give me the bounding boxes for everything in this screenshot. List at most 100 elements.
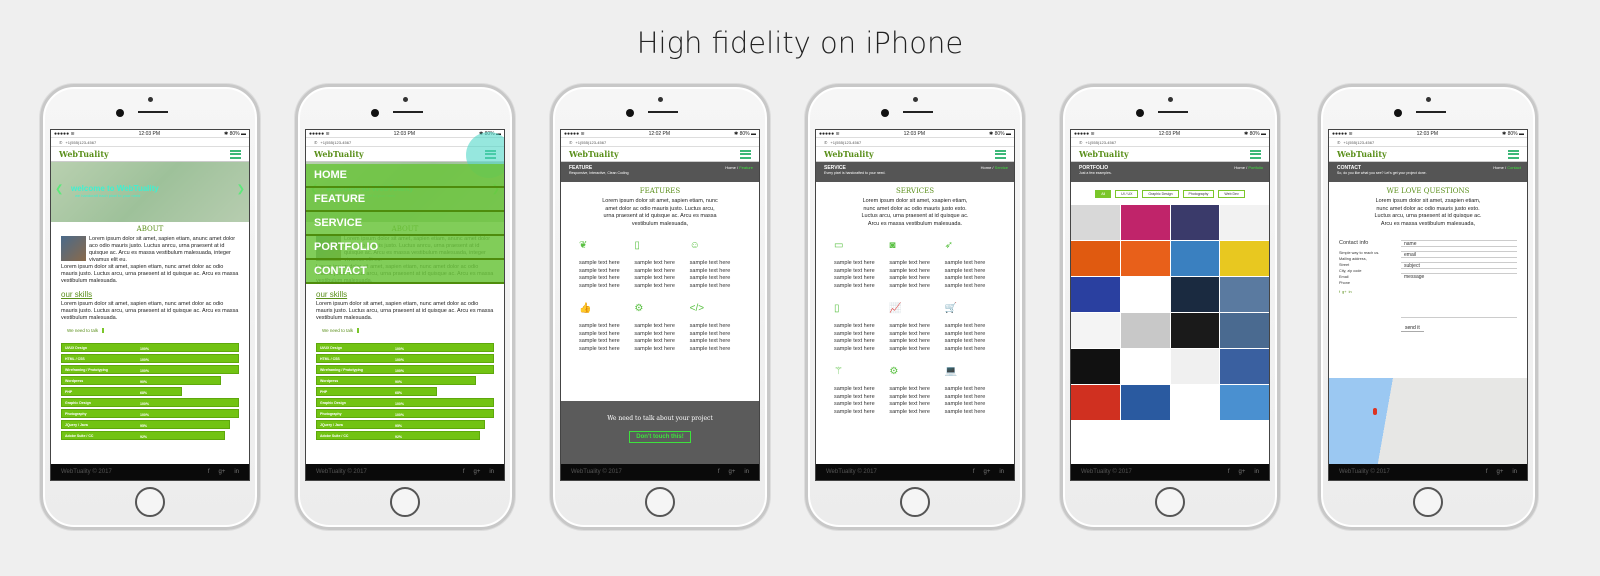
facebook-icon[interactable]: f <box>208 469 210 475</box>
portfolio-thumbnail[interactable] <box>1120 205 1170 240</box>
filter-button[interactable]: UI / UX <box>1115 190 1139 198</box>
menu-item-contact[interactable]: CONTACT <box>306 260 504 284</box>
portfolio-thumbnail[interactable] <box>1170 385 1220 420</box>
talk-button[interactable]: We need to talk <box>67 328 105 333</box>
logo[interactable]: WebTuality <box>59 149 109 159</box>
phone-icon: ✆ <box>59 139 63 145</box>
portfolio-thumbnail[interactable] <box>1071 241 1120 276</box>
breadcrumb-home[interactable]: Home / <box>981 165 995 170</box>
portfolio-thumbnail[interactable] <box>1170 349 1220 384</box>
google-plus-icon[interactable]: g+ <box>728 469 735 475</box>
portfolio-thumbnail[interactable] <box>1220 241 1269 276</box>
phone-number[interactable]: +1(555)123-4567 <box>1085 140 1116 145</box>
portfolio-thumbnail[interactable] <box>1170 241 1220 276</box>
portfolio-thumbnail[interactable] <box>1220 385 1269 420</box>
google-plus-icon[interactable]: g+ <box>218 469 225 475</box>
hamburger-menu-icon[interactable] <box>995 149 1006 159</box>
cta-button[interactable]: Don't touch this! <box>629 431 691 443</box>
logo[interactable]: WebTuality <box>314 149 364 159</box>
logo[interactable]: WebTuality <box>824 149 874 159</box>
portfolio-thumbnail[interactable] <box>1170 277 1220 312</box>
home-button[interactable] <box>135 487 165 517</box>
menu-item-feature[interactable]: FEATURE <box>306 188 504 212</box>
portfolio-thumbnail[interactable] <box>1220 205 1269 240</box>
logo[interactable]: WebTuality <box>1079 149 1129 159</box>
name-field[interactable]: name <box>1401 240 1517 247</box>
slider-prev-icon[interactable]: ❮ <box>55 184 63 195</box>
portfolio-thumbnail[interactable] <box>1120 241 1170 276</box>
google-plus-icon[interactable]: g+ <box>473 469 480 475</box>
logo[interactable]: WebTuality <box>569 149 619 159</box>
hamburger-menu-icon[interactable] <box>230 149 241 159</box>
message-field[interactable]: message <box>1401 273 1517 318</box>
logo[interactable]: WebTuality <box>1337 149 1387 159</box>
breadcrumb-home[interactable]: Home / <box>1234 165 1248 170</box>
portfolio-thumbnail[interactable] <box>1120 385 1170 420</box>
google-plus-icon[interactable]: g+ <box>1496 469 1503 475</box>
filter-button[interactable]: Photography <box>1182 190 1215 198</box>
breadcrumb-home[interactable]: Home / <box>1493 165 1507 170</box>
portfolio-thumbnail[interactable] <box>1170 205 1220 240</box>
portfolio-thumbnail[interactable] <box>1071 277 1120 312</box>
portfolio-thumbnail[interactable] <box>1220 313 1269 348</box>
home-button[interactable] <box>1155 487 1185 517</box>
proximity-sensor <box>658 97 663 102</box>
email-field[interactable]: email <box>1401 251 1517 258</box>
navbar: WebTuality <box>561 147 759 162</box>
facebook-icon[interactable]: f <box>1486 469 1488 475</box>
portfolio-thumbnail[interactable] <box>1220 277 1269 312</box>
send-button[interactable]: send it <box>1401 325 1424 332</box>
chart-icon: 📈 <box>889 303 902 314</box>
linkedin-icon[interactable]: in <box>1254 469 1259 475</box>
menu-item-service[interactable]: SERVICE <box>306 212 504 236</box>
portfolio-thumbnail[interactable] <box>1071 313 1120 348</box>
google-plus-icon[interactable]: g+ <box>1238 469 1245 475</box>
home-button[interactable] <box>390 487 420 517</box>
linkedin-icon[interactable]: in <box>1512 469 1517 475</box>
filter-button[interactable]: All <box>1095 190 1112 198</box>
hamburger-menu-icon[interactable] <box>1508 149 1519 159</box>
breadcrumb-home[interactable]: Home / <box>725 165 739 170</box>
portfolio-thumbnail[interactable] <box>1071 205 1120 240</box>
portfolio-thumbnail[interactable] <box>1220 349 1269 384</box>
map[interactable] <box>1329 378 1527 464</box>
menu-item-portfolio[interactable]: PORTFOLIO <box>306 236 504 260</box>
facebook-icon[interactable]: f <box>1228 469 1230 475</box>
phone-number[interactable]: +1(555)123-4567 <box>320 140 351 145</box>
linkedin-icon[interactable]: in <box>489 469 494 475</box>
filter-button[interactable]: Graphic Design <box>1142 190 1179 198</box>
portfolio-thumbnail[interactable] <box>1170 313 1220 348</box>
filter-button[interactable]: Web Dev <box>1218 190 1245 198</box>
talk-button[interactable]: We need to talk <box>322 328 360 333</box>
google-plus-icon[interactable]: g+ <box>983 469 990 475</box>
home-button[interactable] <box>645 487 675 517</box>
portfolio-thumbnail[interactable] <box>1120 313 1170 348</box>
linkedin-icon[interactable]: in <box>234 469 239 475</box>
about-text-2: Lorem ipsum dolor sit amet, sapien etiam… <box>61 264 239 284</box>
home-button[interactable] <box>900 487 930 517</box>
clock: 12:03 PM <box>903 130 926 137</box>
hamburger-menu-icon[interactable] <box>1250 149 1261 159</box>
portfolio-thumbnail[interactable] <box>1120 277 1170 312</box>
phone-number[interactable]: +1(555)123-4567 <box>1343 140 1374 145</box>
phone-number[interactable]: +1(555)123-4567 <box>575 140 606 145</box>
map-pin-icon[interactable] <box>1373 408 1377 415</box>
linkedin-icon[interactable]: in <box>744 469 749 475</box>
facebook-icon[interactable]: f <box>718 469 720 475</box>
menu-item-home[interactable]: HOME <box>306 164 504 188</box>
portfolio-thumbnail[interactable] <box>1120 349 1170 384</box>
proximity-sensor <box>148 97 153 102</box>
phone-number[interactable]: +1(555)123-4567 <box>830 140 861 145</box>
earpiece-speaker <box>138 111 168 113</box>
facebook-icon[interactable]: f <box>973 469 975 475</box>
portfolio-thumbnail[interactable] <box>1071 385 1120 420</box>
linkedin-icon[interactable]: in <box>999 469 1004 475</box>
home-button[interactable] <box>1413 487 1443 517</box>
phone-number[interactable]: +1(555)123-4567 <box>65 140 96 145</box>
hamburger-menu-icon[interactable] <box>740 149 751 159</box>
portfolio-thumbnail[interactable] <box>1071 349 1120 384</box>
subject-field[interactable]: subject <box>1401 262 1517 269</box>
cta-text: We need to talk about your project <box>607 415 713 422</box>
slider-next-icon[interactable]: ❯ <box>237 184 245 195</box>
facebook-icon[interactable]: f <box>463 469 465 475</box>
